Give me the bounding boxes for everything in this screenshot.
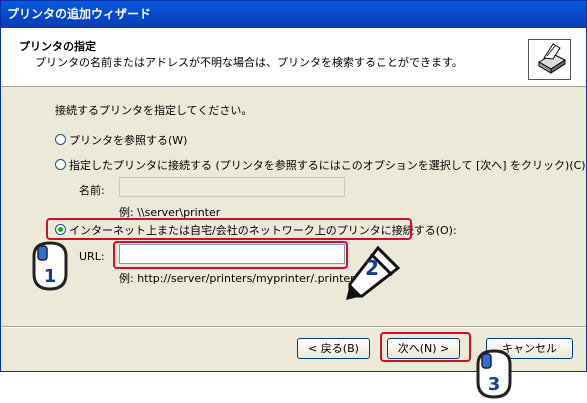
name-label: 名前: — [79, 184, 105, 197]
prompt-text: 接続するプリンタを指定してください。 — [55, 104, 253, 117]
printer-icon — [528, 39, 571, 80]
step3-number: 3 — [488, 374, 501, 395]
wizard-content: 接続するプリンタを指定してください。 プリンタを参照する(W) 指定したプリンタ… — [1, 87, 587, 327]
window-title: プリンタの追加ウィザード — [1, 1, 586, 28]
connect-named-printer-radio[interactable] — [55, 159, 66, 170]
footer-divider — [1, 326, 586, 328]
step2-pencil-icon: 2 — [342, 244, 402, 305]
back-button[interactable]: < 戻る(B) — [297, 338, 370, 359]
browse-printer-radio[interactable] — [55, 134, 66, 145]
step2-number: 2 — [365, 256, 379, 280]
header-title: プリンタの指定 — [19, 40, 96, 53]
url-example: 例: http://server/printers/myprinter/.pri… — [119, 272, 355, 285]
url-field-highlight — [113, 241, 348, 269]
step3-mouse-icon: 3 — [474, 348, 514, 403]
connect-named-printer-label[interactable]: 指定したプリンタに接続する (プリンタを参照するにはこのオプションを選択して [… — [69, 157, 587, 173]
wizard-header: プリンタの指定 プリンタの名前またはアドレスが不明な場合は、プリンタを検索するこ… — [1, 28, 586, 87]
internet-option-highlight — [46, 218, 412, 240]
browse-printer-label[interactable]: プリンタを参照する(W) — [69, 132, 187, 148]
wizard-window: プリンタの追加ウィザード プリンタの指定 プリンタの名前またはアドレスが不明な場… — [0, 0, 587, 372]
name-field[interactable] — [119, 177, 345, 197]
header-subtitle: プリンタの名前またはアドレスが不明な場合は、プリンタを検索することができます。 — [35, 56, 463, 69]
step1-number: 1 — [44, 266, 57, 287]
url-label: URL: — [79, 250, 105, 263]
next-button-highlight — [380, 332, 471, 362]
step1-mouse-icon: 1 — [30, 240, 70, 295]
